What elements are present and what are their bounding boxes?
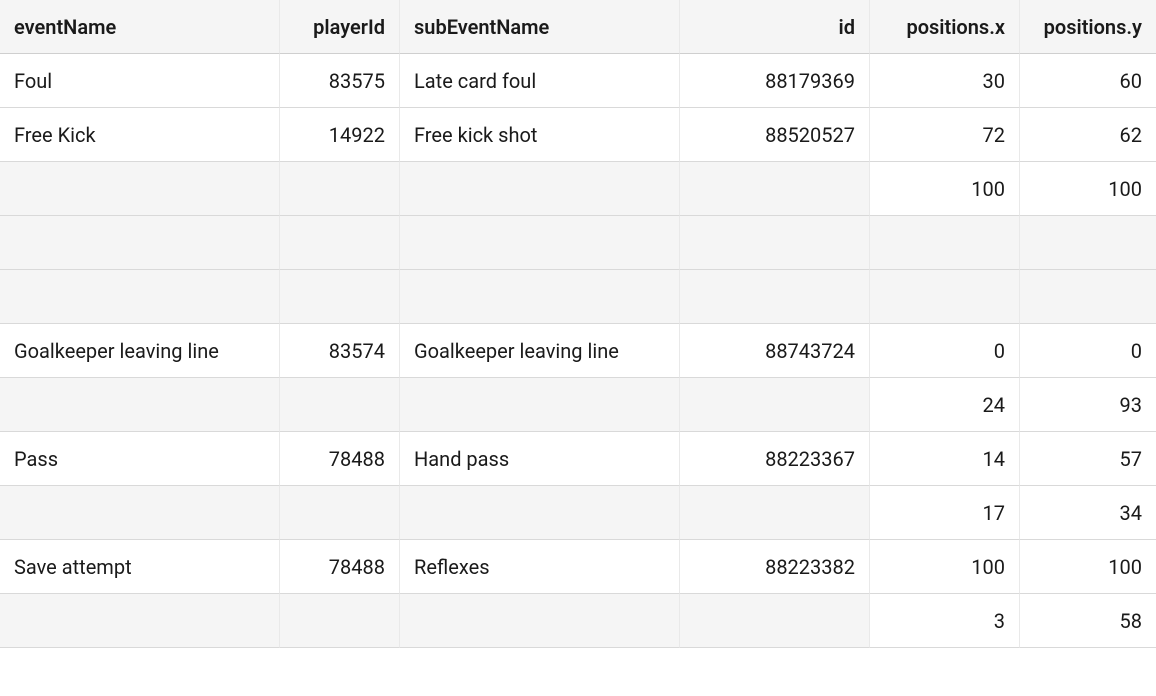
table-row (0, 216, 1156, 270)
table-row: 2493 (0, 378, 1156, 432)
cell-id (680, 486, 870, 540)
cell-positionsy: 93 (1020, 378, 1156, 432)
cell-positionsy: 58 (1020, 594, 1156, 648)
table-row: Save attempt78488Reflexes88223382100100 (0, 540, 1156, 594)
cell-eventname: Save attempt (0, 540, 280, 594)
table-row: Free Kick14922Free kick shot885205277262 (0, 108, 1156, 162)
cell-positionsy: 0 (1020, 324, 1156, 378)
cell-playerid: 78488 (280, 432, 400, 486)
table-row: 1734 (0, 486, 1156, 540)
cell-subeventname (400, 486, 680, 540)
cell-eventname: Foul (0, 54, 280, 108)
table-row: Goalkeeper leaving line83574Goalkeeper l… (0, 324, 1156, 378)
cell-id (680, 594, 870, 648)
cell-eventname (0, 378, 280, 432)
cell-positionsy: 100 (1020, 540, 1156, 594)
cell-eventname: Free Kick (0, 108, 280, 162)
cell-eventname (0, 216, 280, 270)
cell-eventname: Pass (0, 432, 280, 486)
cell-playerid (280, 594, 400, 648)
cell-subeventname: Hand pass (400, 432, 680, 486)
cell-positionsx: 17 (870, 486, 1020, 540)
cell-playerid (280, 378, 400, 432)
cell-positionsy: 60 (1020, 54, 1156, 108)
cell-positionsy (1020, 216, 1156, 270)
col-header-playerid: playerId (280, 0, 400, 54)
table-row: Foul83575Late card foul881793693060 (0, 54, 1156, 108)
table-row (0, 270, 1156, 324)
cell-positionsy: 62 (1020, 108, 1156, 162)
cell-playerid (280, 162, 400, 216)
cell-subeventname (400, 378, 680, 432)
cell-subeventname: Late card foul (400, 54, 680, 108)
col-header-subeventname: subEventName (400, 0, 680, 54)
cell-subeventname (400, 270, 680, 324)
cell-eventname (0, 162, 280, 216)
cell-positionsx: 72 (870, 108, 1020, 162)
cell-positionsx: 3 (870, 594, 1020, 648)
table-header-row: eventName playerId subEventName id posit… (0, 0, 1156, 54)
cell-playerid (280, 270, 400, 324)
cell-positionsx: 100 (870, 540, 1020, 594)
cell-id: 88179369 (680, 54, 870, 108)
cell-subeventname (400, 162, 680, 216)
cell-id (680, 270, 870, 324)
col-header-id: id (680, 0, 870, 54)
table-row: Pass78488Hand pass882233671457 (0, 432, 1156, 486)
cell-id (680, 378, 870, 432)
cell-subeventname: Free kick shot (400, 108, 680, 162)
cell-id (680, 162, 870, 216)
cell-playerid: 83575 (280, 54, 400, 108)
cell-subeventname (400, 216, 680, 270)
cell-eventname (0, 270, 280, 324)
cell-playerid: 83574 (280, 324, 400, 378)
col-header-eventname: eventName (0, 0, 280, 54)
cell-playerid (280, 486, 400, 540)
cell-id: 88223382 (680, 540, 870, 594)
cell-eventname: Goalkeeper leaving line (0, 324, 280, 378)
cell-positionsy (1020, 270, 1156, 324)
table-row: 100100 (0, 162, 1156, 216)
cell-eventname (0, 594, 280, 648)
cell-positionsy: 34 (1020, 486, 1156, 540)
cell-positionsx (870, 216, 1020, 270)
col-header-positionsx: positions.x (870, 0, 1020, 54)
table-row: 358 (0, 594, 1156, 648)
col-header-positionsy: positions.y (1020, 0, 1156, 54)
cell-subeventname: Reflexes (400, 540, 680, 594)
cell-subeventname (400, 594, 680, 648)
cell-positionsx: 30 (870, 54, 1020, 108)
cell-id (680, 216, 870, 270)
cell-id: 88520527 (680, 108, 870, 162)
cell-positionsy: 57 (1020, 432, 1156, 486)
cell-id: 88743724 (680, 324, 870, 378)
cell-positionsx: 14 (870, 432, 1020, 486)
cell-playerid (280, 216, 400, 270)
cell-eventname (0, 486, 280, 540)
cell-id: 88223367 (680, 432, 870, 486)
cell-positionsx: 24 (870, 378, 1020, 432)
cell-playerid: 78488 (280, 540, 400, 594)
cell-positionsx: 0 (870, 324, 1020, 378)
data-table: eventName playerId subEventName id posit… (0, 0, 1156, 648)
cell-positionsy: 100 (1020, 162, 1156, 216)
cell-positionsx: 100 (870, 162, 1020, 216)
cell-playerid: 14922 (280, 108, 400, 162)
cell-subeventname: Goalkeeper leaving line (400, 324, 680, 378)
cell-positionsx (870, 270, 1020, 324)
